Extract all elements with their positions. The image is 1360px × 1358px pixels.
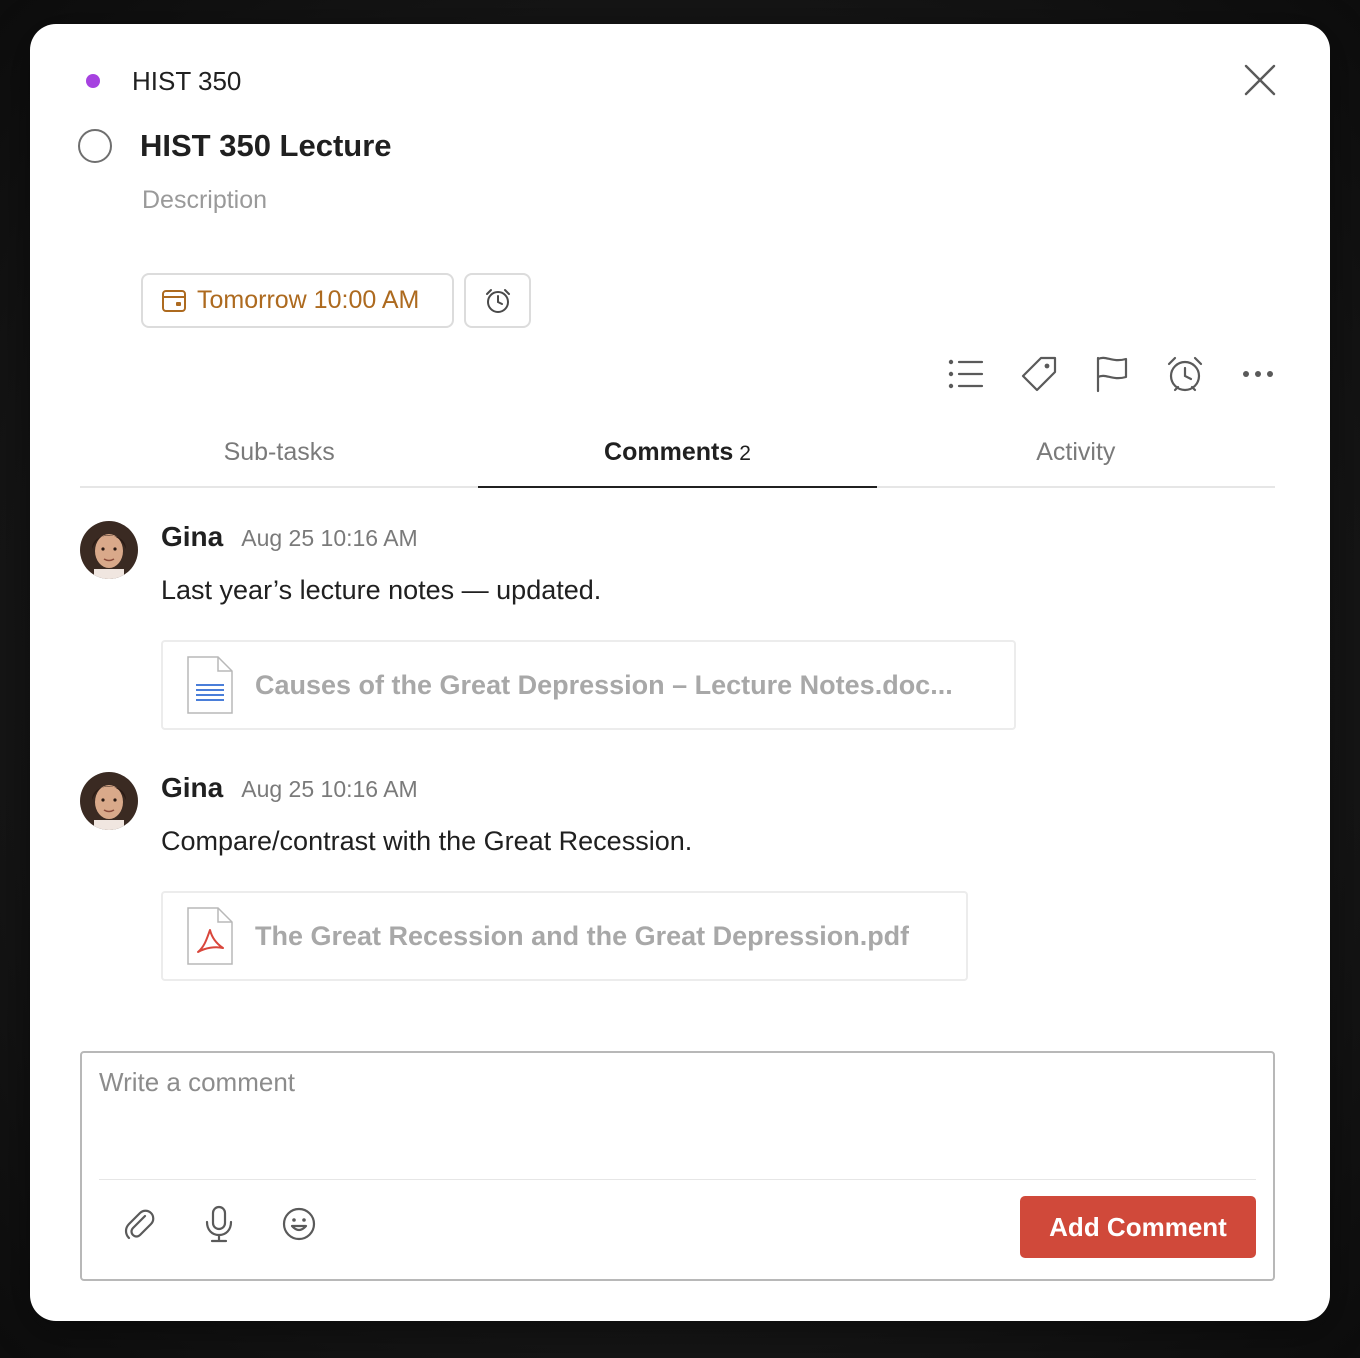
project-name: HIST 350 [132,65,242,96]
comment-header: Gina Aug 25 10:16 AM [161,521,418,553]
voice-note-button[interactable] [200,1205,238,1243]
label-button[interactable] [1019,354,1059,394]
attach-file-button[interactable] [120,1205,158,1243]
close-button[interactable] [1242,62,1278,98]
pdf-file-icon [187,907,233,965]
comment-attachment[interactable]: The Great Recession and the Great Depres… [161,891,968,981]
comments-count: 2 [739,442,751,465]
paperclip-icon [124,1209,155,1240]
project-breadcrumb[interactable]: HIST 350 [86,64,241,98]
avatar[interactable] [80,772,138,830]
tab-comments-label: Comments [604,438,734,466]
tab-activity[interactable]: Activity [877,434,1275,486]
complete-task-checkbox[interactable] [78,129,112,163]
attachment-filename: The Great Recession and the Great Depres… [255,920,910,951]
task-attribute-chips: Tomorrow 10:00 AM [141,273,531,328]
composer-tools [120,1205,318,1243]
comment-composer: Add Comment [80,1051,1275,1281]
comment-text: Compare/contrast with the Great Recessio… [161,826,693,856]
alarm-clock-icon [485,288,510,313]
avatar-image [80,521,138,579]
priority-flag-icon [1096,356,1128,393]
attachment-filename: Causes of the Great Depression – Lecture… [255,669,953,700]
comment-text: Last year’s lecture notes — updated. [161,575,602,605]
avatar[interactable] [80,521,138,579]
tab-subtasks-label: Sub-tasks [223,438,335,466]
composer-divider [99,1179,1256,1180]
tab-subtasks[interactable]: Sub-tasks [80,434,478,486]
description-field[interactable]: Description [142,186,267,215]
calendar-icon [162,289,186,312]
priority-button[interactable] [1092,354,1132,394]
reminder-alarm-icon [1167,356,1203,392]
label-tag-icon [1021,356,1057,392]
task-title-row: HIST 350 Lecture [78,128,392,164]
comment-attachment[interactable]: Causes of the Great Depression – Lecture… [161,640,1016,730]
tab-comments[interactable]: Comments 2 [478,434,877,488]
comment-author: Gina [161,772,224,803]
comment-timestamp: Aug 25 10:16 AM [241,525,418,551]
more-ellipsis-icon [1243,371,1273,377]
comment-author: Gina [161,521,224,552]
emoji-button[interactable] [280,1205,318,1243]
more-options-button[interactable] [1238,354,1278,394]
doc-file-icon [187,656,233,714]
comment-input[interactable] [99,1067,1249,1167]
task-toolbar [946,354,1278,394]
task-detail-modal: HIST 350 HIST 350 Lecture Description To… [30,24,1330,1321]
subtasks-list-icon [948,359,984,389]
add-comment-button[interactable]: Add Comment [1020,1196,1256,1258]
subtasks-button[interactable] [946,354,986,394]
comment-timestamp: Aug 25 10:16 AM [241,776,418,802]
avatar-image [80,772,138,830]
reminder-button[interactable] [1165,354,1205,394]
project-color-dot [86,74,100,88]
due-date-label: Tomorrow 10:00 AM [197,286,420,314]
comment-header: Gina Aug 25 10:16 AM [161,772,418,804]
tab-activity-label: Activity [1036,438,1116,466]
task-tabs: Sub-tasks Comments 2 Activity [80,434,1275,488]
task-title[interactable]: HIST 350 Lecture [140,128,392,164]
microphone-icon [205,1205,233,1243]
reminder-chip[interactable] [464,273,531,328]
close-icon [1244,64,1276,96]
emoji-smile-icon [282,1207,316,1241]
due-date-chip[interactable]: Tomorrow 10:00 AM [141,273,454,328]
